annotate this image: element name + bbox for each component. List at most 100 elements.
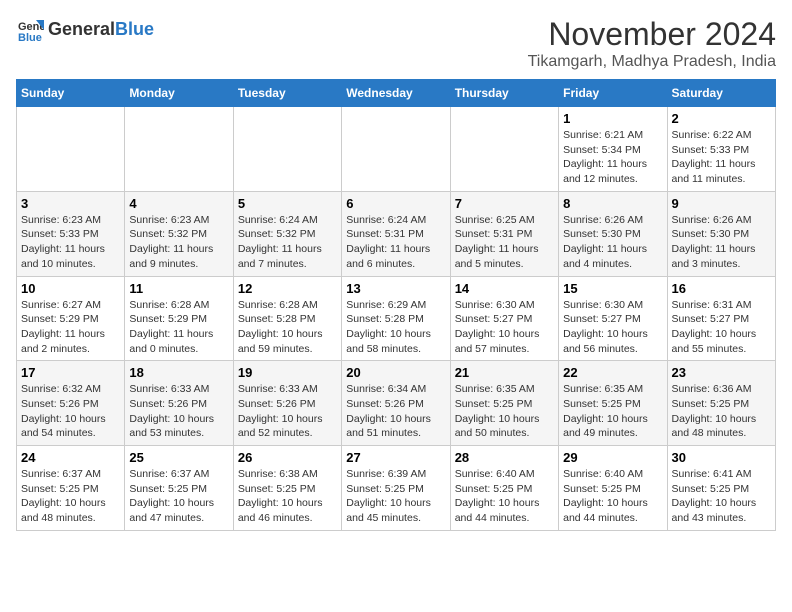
day-number: 8 <box>563 196 662 211</box>
logo-line1: GeneralBlue <box>48 20 154 40</box>
calendar-cell: 26 Sunrise: 6:38 AM Sunset: 5:25 PM Dayli… <box>233 446 341 531</box>
calendar-week-2: 3 Sunrise: 6:23 AM Sunset: 5:33 PM Daylig… <box>17 191 776 276</box>
day-info: Sunrise: 6:35 AM Sunset: 5:25 PM Dayligh… <box>455 382 554 441</box>
day-info: Sunrise: 6:22 AM Sunset: 5:33 PM Dayligh… <box>672 128 771 187</box>
day-number: 13 <box>346 281 445 296</box>
calendar-cell: 16 Sunrise: 6:31 AM Sunset: 5:27 PM Dayli… <box>667 276 775 361</box>
day-info: Sunrise: 6:40 AM Sunset: 5:25 PM Dayligh… <box>563 467 662 526</box>
day-info: Sunrise: 6:37 AM Sunset: 5:25 PM Dayligh… <box>21 467 120 526</box>
location-title: Tikamgarh, Madhya Pradesh, India <box>528 53 776 71</box>
calendar-cell: 1 Sunrise: 6:21 AM Sunset: 5:34 PM Daylig… <box>559 107 667 192</box>
day-number: 26 <box>238 450 337 465</box>
calendar-body: 1 Sunrise: 6:21 AM Sunset: 5:34 PM Daylig… <box>17 107 776 531</box>
day-info: Sunrise: 6:36 AM Sunset: 5:25 PM Dayligh… <box>672 382 771 441</box>
day-number: 4 <box>129 196 228 211</box>
header: General Blue GeneralBlue November 2024 T… <box>16 16 776 71</box>
calendar-week-5: 24Sunrise: 6:37 AM Sunset: 5:25 PM Dayli… <box>17 446 776 531</box>
calendar-header-row: SundayMondayTuesdayWednesdayThursdayFrid… <box>17 80 776 107</box>
calendar-cell <box>17 107 125 192</box>
day-number: 25 <box>129 450 228 465</box>
day-info: Sunrise: 6:39 AM Sunset: 5:25 PM Dayligh… <box>346 467 445 526</box>
month-title: November 2024 <box>528 16 776 53</box>
calendar-table: SundayMondayTuesdayWednesdayThursdayFrid… <box>16 79 776 531</box>
calendar-cell: 15 Sunrise: 6:30 AM Sunset: 5:27 PM Dayli… <box>559 276 667 361</box>
calendar-cell: 29 Sunrise: 6:40 AM Sunset: 5:25 PM Dayli… <box>559 446 667 531</box>
calendar-cell: 24Sunrise: 6:37 AM Sunset: 5:25 PM Dayli… <box>17 446 125 531</box>
day-info: Sunrise: 6:24 AM Sunset: 5:31 PM Dayligh… <box>346 213 445 272</box>
day-info: Sunrise: 6:23 AM Sunset: 5:33 PM Dayligh… <box>21 213 120 272</box>
logo: General Blue GeneralBlue <box>16 16 154 44</box>
calendar-cell: 10Sunrise: 6:27 AM Sunset: 5:29 PM Dayli… <box>17 276 125 361</box>
calendar-week-1: 1 Sunrise: 6:21 AM Sunset: 5:34 PM Daylig… <box>17 107 776 192</box>
calendar-cell: 18 Sunrise: 6:33 AM Sunset: 5:26 PM Dayli… <box>125 361 233 446</box>
day-info: Sunrise: 6:26 AM Sunset: 5:30 PM Dayligh… <box>563 213 662 272</box>
calendar-cell: 23 Sunrise: 6:36 AM Sunset: 5:25 PM Dayli… <box>667 361 775 446</box>
day-info: Sunrise: 6:28 AM Sunset: 5:29 PM Dayligh… <box>129 298 228 357</box>
day-info: Sunrise: 6:38 AM Sunset: 5:25 PM Dayligh… <box>238 467 337 526</box>
day-info: Sunrise: 6:31 AM Sunset: 5:27 PM Dayligh… <box>672 298 771 357</box>
calendar-cell: 14 Sunrise: 6:30 AM Sunset: 5:27 PM Dayli… <box>450 276 558 361</box>
day-info: Sunrise: 6:32 AM Sunset: 5:26 PM Dayligh… <box>21 382 120 441</box>
day-info: Sunrise: 6:41 AM Sunset: 5:25 PM Dayligh… <box>672 467 771 526</box>
calendar-cell: 13 Sunrise: 6:29 AM Sunset: 5:28 PM Dayli… <box>342 276 450 361</box>
calendar-cell: 8 Sunrise: 6:26 AM Sunset: 5:30 PM Daylig… <box>559 191 667 276</box>
day-number: 14 <box>455 281 554 296</box>
day-number: 20 <box>346 365 445 380</box>
day-number: 6 <box>346 196 445 211</box>
calendar-cell <box>450 107 558 192</box>
day-header-friday: Friday <box>559 80 667 107</box>
day-info: Sunrise: 6:26 AM Sunset: 5:30 PM Dayligh… <box>672 213 771 272</box>
day-number: 29 <box>563 450 662 465</box>
calendar-cell: 19Sunrise: 6:33 AM Sunset: 5:26 PM Dayli… <box>233 361 341 446</box>
day-info: Sunrise: 6:40 AM Sunset: 5:25 PM Dayligh… <box>455 467 554 526</box>
svg-text:Blue: Blue <box>18 32 42 44</box>
calendar-cell: 11 Sunrise: 6:28 AM Sunset: 5:29 PM Dayli… <box>125 276 233 361</box>
calendar-cell <box>125 107 233 192</box>
day-info: Sunrise: 6:35 AM Sunset: 5:25 PM Dayligh… <box>563 382 662 441</box>
day-number: 7 <box>455 196 554 211</box>
day-info: Sunrise: 6:23 AM Sunset: 5:32 PM Dayligh… <box>129 213 228 272</box>
calendar-cell: 5 Sunrise: 6:24 AM Sunset: 5:32 PM Daylig… <box>233 191 341 276</box>
day-number: 22 <box>563 365 662 380</box>
calendar-cell: 21 Sunrise: 6:35 AM Sunset: 5:25 PM Dayli… <box>450 361 558 446</box>
day-header-thursday: Thursday <box>450 80 558 107</box>
day-number: 21 <box>455 365 554 380</box>
day-info: Sunrise: 6:33 AM Sunset: 5:26 PM Dayligh… <box>238 382 337 441</box>
calendar-cell: 7Sunrise: 6:25 AM Sunset: 5:31 PM Daylig… <box>450 191 558 276</box>
title-area: November 2024 Tikamgarh, Madhya Pradesh,… <box>528 16 776 71</box>
day-number: 30 <box>672 450 771 465</box>
day-header-tuesday: Tuesday <box>233 80 341 107</box>
day-number: 16 <box>672 281 771 296</box>
day-number: 2 <box>672 111 771 126</box>
day-info: Sunrise: 6:30 AM Sunset: 5:27 PM Dayligh… <box>455 298 554 357</box>
calendar-cell: 12Sunrise: 6:28 AM Sunset: 5:28 PM Dayli… <box>233 276 341 361</box>
calendar-cell: 9Sunrise: 6:26 AM Sunset: 5:30 PM Daylig… <box>667 191 775 276</box>
day-info: Sunrise: 6:21 AM Sunset: 5:34 PM Dayligh… <box>563 128 662 187</box>
logo-icon: General Blue <box>16 16 44 44</box>
day-info: Sunrise: 6:29 AM Sunset: 5:28 PM Dayligh… <box>346 298 445 357</box>
day-info: Sunrise: 6:37 AM Sunset: 5:25 PM Dayligh… <box>129 467 228 526</box>
calendar-cell: 27Sunrise: 6:39 AM Sunset: 5:25 PM Dayli… <box>342 446 450 531</box>
calendar-cell: 17 Sunrise: 6:32 AM Sunset: 5:26 PM Dayli… <box>17 361 125 446</box>
day-info: Sunrise: 6:34 AM Sunset: 5:26 PM Dayligh… <box>346 382 445 441</box>
day-number: 17 <box>21 365 120 380</box>
calendar-week-3: 10Sunrise: 6:27 AM Sunset: 5:29 PM Dayli… <box>17 276 776 361</box>
calendar-cell <box>233 107 341 192</box>
calendar-cell: 4 Sunrise: 6:23 AM Sunset: 5:32 PM Daylig… <box>125 191 233 276</box>
calendar-cell: 20 Sunrise: 6:34 AM Sunset: 5:26 PM Dayli… <box>342 361 450 446</box>
day-number: 15 <box>563 281 662 296</box>
day-info: Sunrise: 6:24 AM Sunset: 5:32 PM Dayligh… <box>238 213 337 272</box>
day-number: 3 <box>21 196 120 211</box>
day-number: 11 <box>129 281 228 296</box>
day-number: 5 <box>238 196 337 211</box>
day-number: 1 <box>563 111 662 126</box>
day-info: Sunrise: 6:28 AM Sunset: 5:28 PM Dayligh… <box>238 298 337 357</box>
calendar-cell: 3 Sunrise: 6:23 AM Sunset: 5:33 PM Daylig… <box>17 191 125 276</box>
day-header-sunday: Sunday <box>17 80 125 107</box>
day-info: Sunrise: 6:30 AM Sunset: 5:27 PM Dayligh… <box>563 298 662 357</box>
day-header-wednesday: Wednesday <box>342 80 450 107</box>
day-number: 18 <box>129 365 228 380</box>
calendar-cell: 28Sunrise: 6:40 AM Sunset: 5:25 PM Dayli… <box>450 446 558 531</box>
day-info: Sunrise: 6:33 AM Sunset: 5:26 PM Dayligh… <box>129 382 228 441</box>
day-number: 23 <box>672 365 771 380</box>
